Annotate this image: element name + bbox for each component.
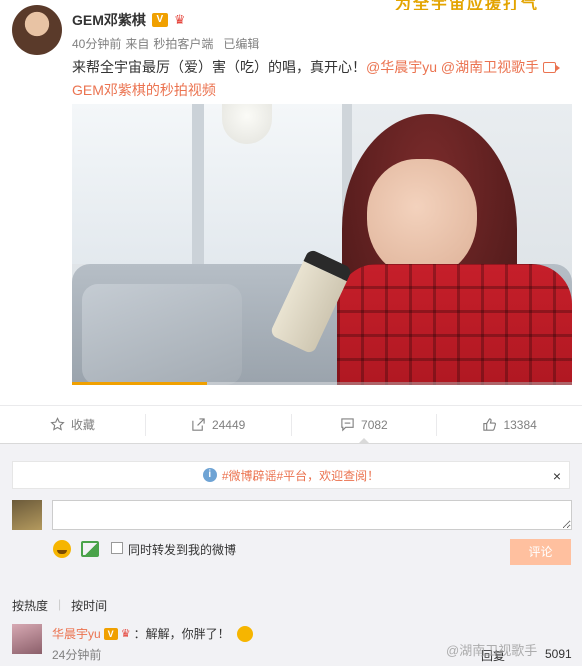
member-crown-icon[interactable]: ♛ (121, 627, 131, 640)
emoji-icon[interactable] (53, 540, 71, 558)
video-window-frame (192, 104, 204, 264)
commenter-avatar[interactable] (12, 624, 42, 654)
author-row: GEM邓紫棋 V ♛ (72, 10, 190, 30)
post-text: 来帮全宇宙最厉（爱）害（吃）的唱，真开心！@华晨宇yu @湖南卫视歌手 GEM邓… (72, 56, 568, 102)
favorite-label: 收藏 (70, 418, 95, 432)
comment-text: ：解解，你胖了！ (133, 627, 230, 641)
comment-button[interactable]: 7082 (292, 413, 438, 445)
share-icon (192, 418, 205, 431)
share-button[interactable]: 24449 (146, 413, 292, 436)
verified-badge-icon[interactable]: V (151, 13, 168, 27)
notice-link[interactable]: 欢迎查阅！ (319, 467, 379, 484)
video-cushion (82, 284, 242, 385)
star-icon (50, 417, 65, 431)
video-person-body (337, 264, 572, 385)
comment-count: 7082 (361, 417, 388, 432)
watermark: @湖南卫视歌手 (446, 643, 538, 658)
weibo-post: 为全宇宙应援打气 GEM邓紫棋 V ♛ 40分钟前 来自 秒拍客户端 已编辑 来… (0, 0, 582, 405)
member-crown-icon[interactable]: ♛ (174, 13, 190, 27)
video-progress-fill (72, 382, 207, 385)
forward-checkbox[interactable] (111, 542, 123, 554)
thumbs-up-icon (483, 418, 497, 431)
like-count: 13384 (503, 417, 537, 432)
post-time[interactable]: 40分钟前 (72, 35, 121, 52)
forward-label[interactable]: 同时转发到我的微博 (128, 541, 236, 558)
video-window (72, 104, 352, 264)
share-count: 24449 (211, 417, 246, 432)
video-person-face (367, 159, 477, 279)
info-icon: i (202, 468, 217, 482)
comment-time: 24分钟前 (52, 648, 102, 662)
sort-by-hot[interactable]: 按热度 (12, 597, 48, 614)
user-avatar[interactable] (12, 500, 42, 530)
sort-options: 按热度 | 按时间 (12, 597, 107, 614)
comment-input[interactable] (52, 500, 572, 530)
edited-label[interactable]: 已编辑 (223, 35, 259, 52)
comment-like-count[interactable]: 5091 (545, 647, 572, 661)
post-source[interactable]: 秒拍客户端 (153, 35, 213, 52)
video-link-icon (543, 62, 561, 73)
image-icon[interactable] (81, 541, 99, 557)
author-avatar[interactable] (12, 5, 62, 55)
top-banner: 为全宇宙应援打气 (395, 0, 540, 10)
submit-comment-button[interactable]: 评论 (510, 539, 571, 565)
post-body: 来帮全宇宙最厉（爱）害（吃）的唱，真开心！ (72, 59, 366, 75)
source-prefix: 来自 (125, 37, 150, 51)
comment-item: 华晨宇yu V ♛ ：解解，你胖了！ (52, 625, 253, 642)
like-button[interactable]: 13384 (437, 414, 582, 436)
comment-section: i #微博辟谣#平台， 欢迎查阅！ × 同时转发到我的微博 评论 按热度 | 按… (0, 443, 582, 666)
mention-link-2[interactable]: @湖南卫视歌手 (441, 59, 539, 75)
post-meta: 40分钟前 来自 秒拍客户端 已编辑 (72, 35, 259, 52)
smile-emoji-icon (236, 625, 253, 642)
comment-icon (341, 418, 354, 432)
favorite-button[interactable]: 收藏 (0, 413, 146, 436)
sort-by-time[interactable]: 按时间 (71, 597, 107, 614)
sort-divider: | (58, 597, 62, 611)
author-name[interactable]: GEM邓紫棋 (72, 10, 146, 30)
commenter-name[interactable]: 华晨宇yu (52, 625, 101, 642)
verified-badge-icon[interactable]: V (103, 627, 118, 640)
video-player[interactable] (72, 104, 572, 385)
video-link[interactable]: GEM邓紫棋的秒拍视频 (72, 82, 216, 98)
notice-topic[interactable]: #微博辟谣#平台， (222, 467, 319, 484)
mention-link-1[interactable]: @华晨宇yu (366, 59, 437, 75)
rumor-notice: i #微博辟谣#平台， 欢迎查阅！ × (12, 461, 570, 489)
close-icon[interactable]: × (553, 468, 561, 484)
action-bar: 收藏 24449 7082 13384 (0, 405, 582, 445)
